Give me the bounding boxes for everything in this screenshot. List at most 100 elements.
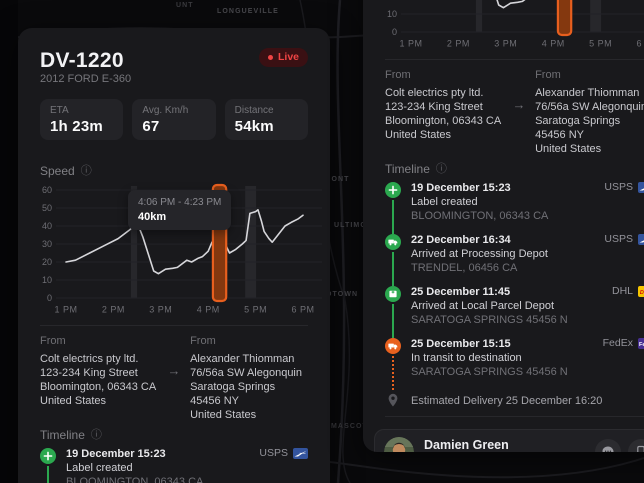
truck-icon [385, 338, 401, 354]
map-label: LONGUEVILLE [217, 8, 279, 15]
timeline-status: Arrived at Processing Depot [411, 247, 644, 261]
svg-text:5 PM: 5 PM [244, 305, 267, 315]
timeline-status: Label created [66, 461, 308, 475]
route-from: From Colt electrics pty ltd. 123-234 Kin… [40, 335, 158, 422]
route-from: From Colt electrics pty ltd. 123-234 Kin… [385, 69, 503, 156]
svg-text:6 PM: 6 PM [291, 305, 314, 315]
address-street: 76/56a SW Alegonquin [535, 100, 644, 114]
divider [40, 325, 308, 326]
address-name: Colt electrics pty ltd. [385, 86, 503, 100]
svg-text:4 PM: 4 PM [542, 39, 565, 49]
timeline-item[interactable]: 19 December 15:23Label createdBLOOMINGTO… [385, 181, 644, 233]
package-icon [385, 286, 401, 302]
svg-text:1 PM: 1 PM [399, 39, 422, 49]
svg-text:3 PM: 3 PM [149, 305, 172, 315]
speed-section-header: Speed ⓘ [40, 164, 308, 178]
tracking-panel-right: DV-1220 Live 2012 FORD E-360 ETA 1h 23m … [363, 0, 644, 452]
truck-icon [385, 234, 401, 250]
svg-text:6 PM: 6 PM [636, 39, 644, 49]
address-name: Alexander Thiomman [535, 86, 644, 100]
stat-value: 1h 23m [50, 119, 113, 135]
stat-value: 54km [235, 119, 298, 135]
timeline-location: SARATOGA SPRINGS 45456 N [411, 313, 644, 327]
timeline-item[interactable]: 25 December 15:15In transit to destinati… [385, 337, 644, 389]
timeline-status: Label created [411, 195, 644, 209]
address-label: From [190, 335, 308, 348]
carrier-label: FedEx [603, 337, 633, 349]
arrow-right-icon: → [158, 335, 190, 422]
arrow-right-icon: → [503, 69, 535, 156]
stat-label: Avg. Km/h [142, 105, 205, 116]
svg-text:10: 10 [42, 275, 52, 285]
timeline-date: 25 December 11:45 [411, 285, 644, 299]
svg-text:1 PM: 1 PM [54, 305, 77, 315]
timeline-item[interactable]: 25 December 11:45Arrived at Local Parcel… [385, 285, 644, 337]
phone-icon [634, 445, 644, 452]
route-to: From Alexander Thiomman 76/56a SW Alegon… [535, 69, 644, 156]
timeline-list: 19 December 15:23Label createdBLOOMINGTO… [40, 447, 308, 483]
address-country: United States [190, 408, 308, 422]
address-city: Saratoga Springs 45456 NY [190, 380, 308, 408]
usps-logo-icon [638, 234, 644, 245]
timeline-location: SARATOGA SPRINGS 45456 N [411, 365, 644, 379]
svg-text:30: 30 [42, 239, 52, 249]
timeline-section-header: Timeline ⓘ [40, 428, 308, 442]
timeline-connector [392, 356, 394, 390]
info-icon[interactable]: ⓘ [91, 430, 102, 441]
svg-text:Fed: Fed [639, 341, 644, 347]
chart-tooltip: 4:06 PM - 4:23 PM 40km [128, 190, 231, 230]
timeline-connector [47, 466, 49, 483]
svg-text:20: 20 [387, 0, 397, 1]
timeline-title: Timeline [40, 428, 85, 442]
usps-logo-icon [293, 448, 308, 459]
avatar [384, 437, 414, 452]
timeline-connector [392, 200, 394, 234]
info-icon[interactable]: ⓘ [436, 164, 447, 175]
timeline-location: BLOOMINGTON, 06343 CA [66, 475, 308, 483]
timeline-item[interactable]: 19 December 15:23Label createdBLOOMINGTO… [40, 447, 308, 483]
timeline-item[interactable]: 22 December 16:34Arrived at Processing D… [385, 233, 644, 285]
timeline-title: Timeline [385, 162, 430, 176]
timeline-carrier: USPS [259, 447, 308, 459]
info-icon[interactable]: ⓘ [81, 166, 92, 177]
address-city: Bloomington, 06343 CA [40, 380, 158, 394]
address-city: Saratoga Springs 45456 NY [535, 114, 644, 142]
divider [385, 59, 644, 60]
timeline-carrier: USPS [604, 233, 644, 245]
carrier-info: Damien Green Carrier [424, 438, 509, 453]
svg-text:0: 0 [392, 27, 397, 37]
address-name: Colt electrics pty ltd. [40, 352, 158, 366]
address-name: Alexander Thiomman [190, 352, 308, 366]
timeline-carrier: FedExFedEx [603, 337, 644, 349]
address-label: From [385, 69, 503, 82]
speed-chart-svg: 01020304050601 PM2 PM3 PM4 PM5 PM6 PM [385, 0, 644, 52]
stat-value: 67 [142, 119, 205, 135]
address-street: 76/56a SW Alegonquin [190, 366, 308, 380]
tracking-panel-left: DV-1220 Live 2012 FORD E-360 ETA 1h 23m … [18, 28, 330, 483]
live-badge[interactable]: Live [259, 48, 308, 67]
route-section: From Colt electrics pty ltd. 123-234 Kin… [40, 335, 308, 422]
timeline-carrier: DHLDHL [612, 285, 644, 297]
chat-button[interactable] [595, 439, 621, 452]
dhl-logo-icon: DHL [638, 286, 644, 297]
stat-eta: ETA 1h 23m [40, 99, 123, 140]
timeline-connector [392, 304, 394, 338]
carrier-actions [595, 439, 644, 452]
speed-chart[interactable]: 01020304050601 PM2 PM3 PM4 PM5 PM6 PM 4:… [40, 180, 308, 318]
svg-text:3 PM: 3 PM [494, 39, 517, 49]
svg-text:2 PM: 2 PM [447, 39, 470, 49]
stats-row: ETA 1h 23m Avg. Km/h 67 Distance 54km [40, 99, 308, 140]
address-country: United States [40, 394, 158, 408]
svg-text:2 PM: 2 PM [102, 305, 125, 315]
location-pin-icon [385, 392, 401, 408]
svg-text:0: 0 [47, 293, 52, 303]
phone-button[interactable] [628, 439, 644, 452]
speed-chart[interactable]: 01020304050601 PM2 PM3 PM4 PM5 PM6 PM 4:… [385, 0, 644, 52]
address-street: 123-234 King Street [385, 100, 503, 114]
vehicle-model: 2012 FORD E-360 [40, 73, 308, 86]
speed-title: Speed [40, 164, 75, 178]
divider [385, 416, 644, 417]
stat-distance: Distance 54km [225, 99, 308, 140]
svg-text:10: 10 [387, 9, 397, 19]
map-label: UNT [176, 2, 194, 9]
